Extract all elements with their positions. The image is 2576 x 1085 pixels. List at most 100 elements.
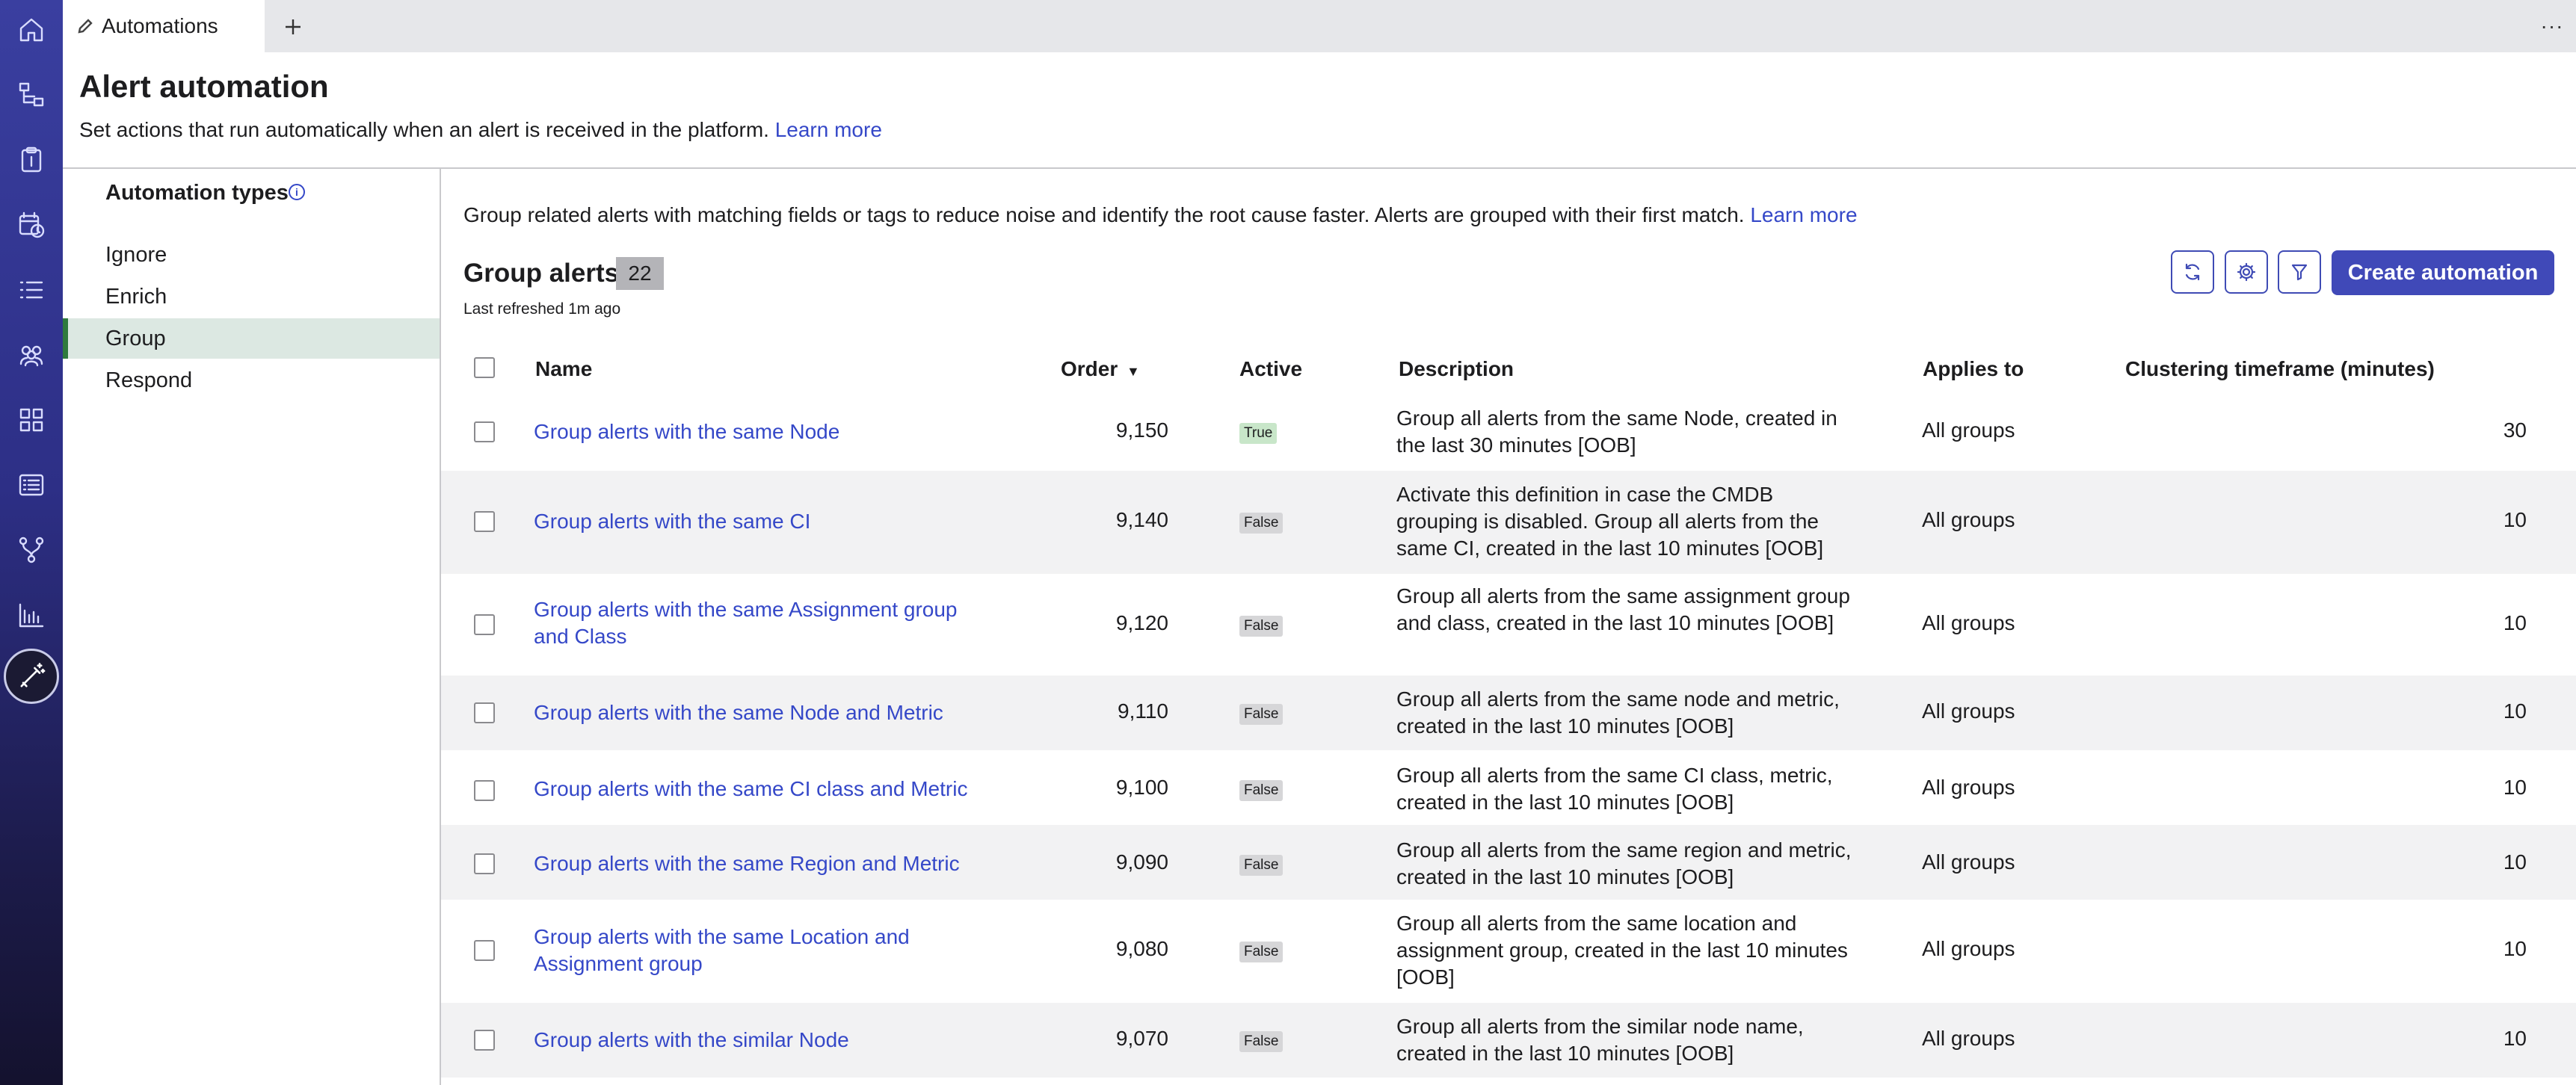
create-automation-button[interactable]: Create automation [2332, 250, 2554, 295]
nav-item-respond[interactable]: Respond [63, 360, 440, 401]
row-applies-to: All groups [1922, 1027, 2015, 1050]
row-order: 9,090 [1115, 850, 1168, 874]
row-applies-to: All groups [1922, 611, 2015, 634]
page-subtitle-text: Set actions that run automatically when … [79, 118, 769, 141]
row-name-link[interactable]: Group alerts with the same Assignment gr… [534, 596, 997, 650]
active-badge: False [1239, 704, 1284, 725]
table-row[interactable]: Group alerts with the same CI class and … [441, 750, 2576, 825]
row-name-link[interactable]: Group alerts with the similar Node [534, 1027, 997, 1054]
app-rail [0, 0, 63, 1085]
learn-more-link-2[interactable]: Learn more [1750, 203, 1857, 226]
row-name-link[interactable]: Group alerts with the same Region and Me… [534, 850, 997, 877]
row-checkbox[interactable] [474, 702, 495, 723]
table-row[interactable]: Group alerts with the same Node and Metr… [441, 676, 2576, 750]
column-name[interactable]: Name [535, 357, 592, 381]
filter-button[interactable] [2278, 250, 2321, 294]
column-active[interactable]: Active [1239, 357, 1302, 381]
row-timeframe: 10 [2503, 699, 2527, 723]
magic-wand-icon[interactable] [4, 649, 59, 704]
clipboard-icon[interactable] [15, 143, 48, 176]
row-timeframe: 10 [2503, 1027, 2527, 1050]
settings-button[interactable] [2225, 250, 2268, 294]
column-description[interactable]: Description [1399, 357, 1514, 381]
row-name-link[interactable]: Group alerts with the same Node and Metr… [534, 699, 997, 726]
row-timeframe: 10 [2503, 508, 2527, 531]
row-name-link[interactable]: Group alerts with the same CI [534, 508, 997, 535]
add-tab-button[interactable] [277, 10, 309, 43]
row-description: Activate this definition in case the CMD… [1396, 483, 1824, 560]
hierarchy-icon[interactable] [15, 78, 48, 111]
row-checkbox[interactable] [474, 940, 495, 961]
count-badge: 22 [616, 257, 664, 290]
column-order[interactable]: Order ▼ [1061, 357, 1140, 381]
row-checkbox[interactable] [474, 614, 495, 635]
table-row[interactable]: Group alerts with the similar Node 9,070… [441, 1003, 2576, 1078]
tab-bar: Automations ··· [63, 0, 2576, 52]
row-applies-to: All groups [1922, 418, 2015, 442]
row-description: Group all alerts from the same CI class,… [1396, 764, 1833, 814]
row-name-link[interactable]: Group alerts with the same CI class and … [534, 776, 997, 803]
nav-item-enrich[interactable]: Enrich [63, 276, 440, 317]
page-subtitle: Set actions that run automatically when … [79, 118, 882, 142]
row-timeframe: 10 [2503, 937, 2527, 960]
last-refreshed: Last refreshed 1m ago [463, 300, 621, 318]
plus-icon [286, 19, 301, 34]
home-icon[interactable] [15, 13, 48, 46]
grid-icon[interactable] [15, 404, 48, 436]
row-description: Group all alerts from the same node and … [1396, 687, 1840, 738]
tab-automations[interactable]: Automations [63, 0, 265, 52]
row-description: Group all alerts from the same region an… [1396, 838, 1852, 888]
row-name-link[interactable]: Group alerts with the same Location and … [534, 924, 997, 977]
automation-types-nav: Automation types i Ignore Enrich Group R… [63, 169, 441, 1085]
row-applies-to: All groups [1922, 699, 2015, 723]
table-row[interactable]: Group alerts with the same Region and Me… [441, 825, 2576, 900]
row-order: 9,140 [1115, 508, 1168, 531]
learn-more-link[interactable]: Learn more [775, 118, 882, 141]
table-row[interactable]: Group alerts with the same CI 9,140 Fals… [441, 471, 2576, 574]
active-badge: False [1239, 780, 1284, 801]
table-row[interactable]: Group alerts with the same Location and … [441, 900, 2576, 1003]
row-timeframe: 10 [2503, 776, 2527, 799]
flow-icon[interactable] [15, 534, 48, 566]
page-title: Alert automation [79, 69, 329, 104]
section-description: Group related alerts with matching field… [463, 203, 1858, 227]
column-clustering-timeframe[interactable]: Clustering timeframe (minutes) [2125, 357, 2435, 381]
row-checkbox[interactable] [474, 780, 495, 801]
row-name-link[interactable]: Group alerts with the same Node [534, 418, 997, 445]
section-description-text: Group related alerts with matching field… [463, 203, 1745, 226]
calendar-clock-icon[interactable] [15, 208, 48, 241]
bar-chart-icon[interactable] [15, 599, 48, 631]
row-description: Group all alerts from the same assignmen… [1396, 584, 1850, 634]
row-timeframe: 10 [2503, 611, 2527, 634]
table-row[interactable]: Group alerts with the same Node 9,150 Tr… [441, 393, 2576, 471]
group-icon[interactable] [15, 339, 48, 371]
nav-title: Automation types [105, 181, 289, 205]
row-description: Group all alerts from the same Node, cre… [1396, 407, 1837, 457]
nav-item-group[interactable]: Group [63, 318, 440, 359]
table-row[interactable]: Group alerts with the same Assignment gr… [441, 574, 2576, 676]
row-description: Group all alerts from the similar node n… [1396, 1015, 1804, 1065]
nav-item-ignore[interactable]: Ignore [63, 235, 440, 275]
row-checkbox[interactable] [474, 421, 495, 442]
row-order: 9,070 [1115, 1027, 1168, 1050]
row-checbox[interactable] [474, 511, 495, 532]
row-order: 9,120 [1115, 611, 1168, 634]
filter-icon [2291, 264, 2308, 281]
row-timeframe: 30 [2503, 418, 2527, 442]
row-checkbox[interactable] [474, 853, 495, 874]
row-applies-to: All groups [1922, 776, 2015, 799]
form-list-icon[interactable] [15, 469, 48, 501]
list-icon[interactable] [15, 273, 48, 306]
active-badge: False [1239, 942, 1284, 962]
column-applies-to[interactable]: Applies to [1923, 357, 2024, 381]
more-options-icon[interactable]: ··· [2537, 14, 2567, 37]
column-order-label: Order [1061, 357, 1118, 380]
row-order: 9,100 [1115, 776, 1168, 799]
active-badge: False [1239, 513, 1284, 534]
select-all-checkbox[interactable] [474, 357, 495, 378]
row-checkbox[interactable] [474, 1030, 495, 1051]
refresh-icon [2185, 263, 2200, 281]
section-title: Group alerts [463, 259, 620, 288]
refresh-button[interactable] [2171, 250, 2214, 294]
info-icon[interactable]: i [289, 184, 305, 200]
